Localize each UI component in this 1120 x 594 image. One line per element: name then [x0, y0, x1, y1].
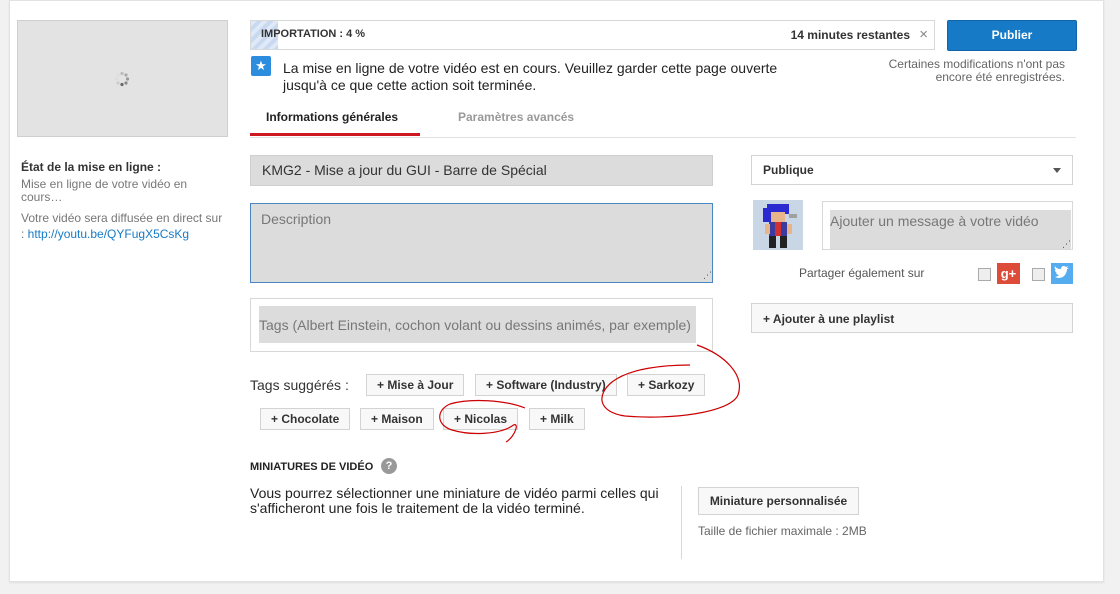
description-textarea[interactable]: Description — [250, 203, 713, 283]
upload-progress-bar: IMPORTATION : 4 % 14 minutes restantes × — [250, 20, 935, 50]
gplus-checkbox[interactable] — [978, 268, 991, 281]
tab-general-info[interactable]: Informations générales — [266, 110, 398, 124]
active-tab-indicator — [250, 133, 420, 136]
live-url-block: Votre vidéo sera diffusée en direct sur … — [21, 210, 226, 242]
suggested-tag-button[interactable]: + Nicolas — [443, 408, 519, 430]
suggested-tag-button[interactable]: + Software (Industry) — [475, 374, 617, 396]
tabs-divider — [250, 137, 1076, 138]
chevron-down-icon — [1053, 168, 1061, 173]
loading-spinner-icon — [114, 71, 130, 87]
tags-input[interactable]: Tags (Albert Einstein, cochon volant ou … — [259, 306, 696, 343]
title-input[interactable]: KMG2 - Mise a jour du GUI - Barre de Spé… — [250, 155, 713, 186]
suggested-tags-label: Tags suggérés : — [250, 377, 349, 393]
tab-advanced-settings[interactable]: Paramètres avancés — [458, 110, 574, 124]
cancel-upload-icon[interactable]: × — [919, 26, 928, 43]
suggested-tag-button[interactable]: + Milk — [529, 408, 585, 430]
share-message-input[interactable]: Ajouter un message à votre vidéo — [830, 210, 1071, 249]
star-icon: ★ — [251, 56, 271, 76]
resize-handle-icon[interactable]: ⋰ — [1062, 239, 1071, 250]
share-also-label: Partager également sur — [799, 266, 925, 280]
upload-status-text: Mise en ligne de votre vidéo en cours… — [21, 177, 188, 204]
avatar — [753, 200, 803, 250]
privacy-value: Publique — [763, 163, 814, 177]
pixel-character-icon — [753, 200, 803, 250]
video-url-link[interactable]: http://youtu.be/QYFugX5CsKg — [28, 227, 189, 241]
custom-thumbnail-button[interactable]: Miniature personnalisée — [698, 487, 859, 515]
video-thumbnail-placeholder — [17, 20, 228, 137]
suggested-tag-button[interactable]: + Chocolate — [260, 408, 351, 430]
unsaved-changes-note: Certaines modifications n'ont pas encore… — [888, 57, 1065, 84]
google-plus-icon: g+ — [997, 263, 1020, 284]
privacy-select[interactable]: Publique — [751, 155, 1073, 185]
suggested-tag-button[interactable]: + Mise à Jour — [366, 374, 465, 396]
twitter-icon — [1051, 263, 1073, 284]
resize-handle-icon[interactable]: ⋰ — [703, 270, 712, 281]
thumbnails-divider — [681, 486, 682, 559]
thumbnails-description: Vous pourrez sélectionner une miniature … — [250, 485, 659, 516]
upload-status-title: État de la mise en ligne : — [21, 160, 162, 174]
thumbnails-section-title: MINIATURES DE VIDÉO — [250, 461, 374, 473]
suggested-tag-button[interactable]: + Sarkozy — [627, 374, 706, 396]
publish-button[interactable]: Publier — [947, 20, 1077, 51]
add-to-playlist-button[interactable]: + Ajouter à une playlist — [751, 303, 1073, 333]
progress-label: IMPORTATION : 4 % — [261, 28, 366, 40]
suggested-tag-button[interactable]: + Maison — [360, 408, 434, 430]
twitter-checkbox[interactable] — [1032, 268, 1045, 281]
time-remaining: 14 minutes restantes — [790, 28, 910, 42]
upload-info-message: La mise en ligne de votre vidéo est en c… — [283, 60, 778, 93]
help-icon[interactable]: ? — [381, 458, 397, 474]
twitter-bird-icon — [1054, 265, 1069, 278]
max-file-size-note: Taille de fichier maximale : 2MB — [698, 524, 867, 538]
